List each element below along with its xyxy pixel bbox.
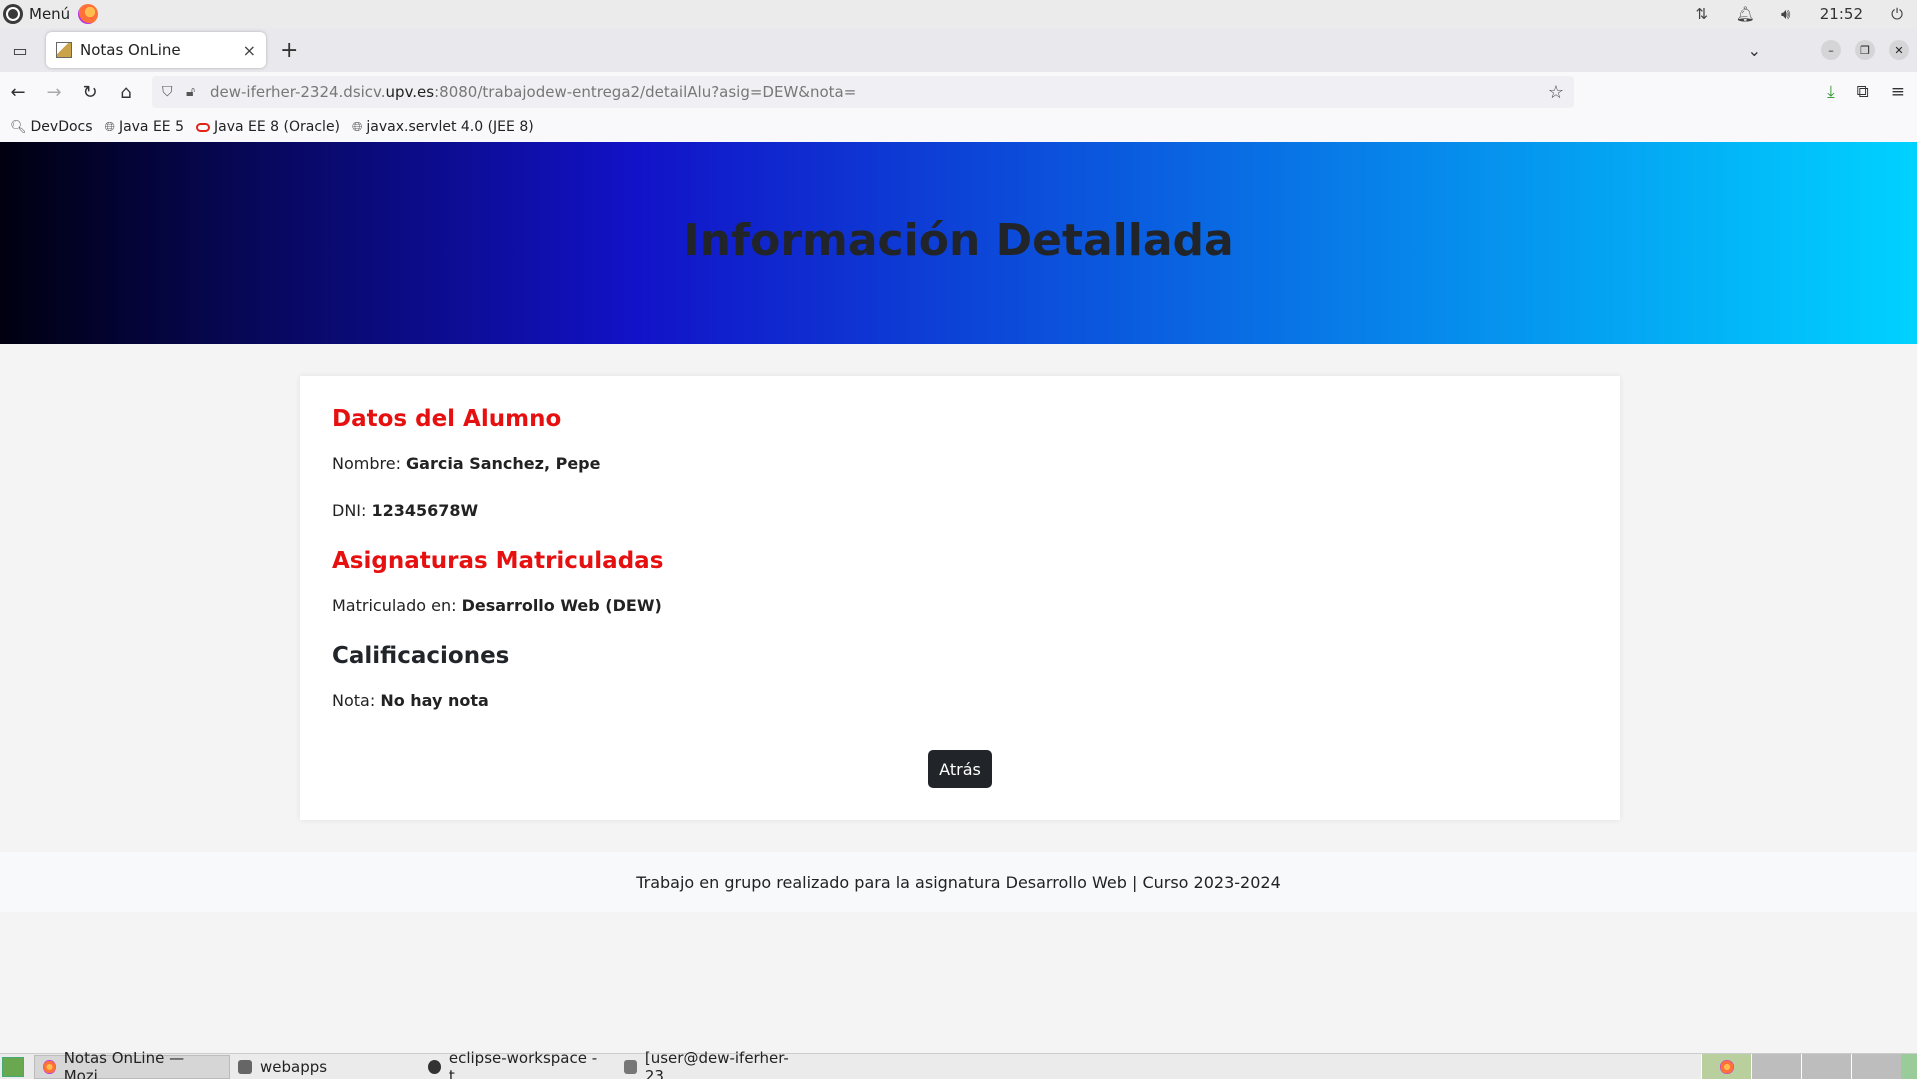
network-icon[interactable]: ⇅: [1694, 5, 1710, 23]
search-icon: 🔍︎: [10, 119, 27, 135]
firefox-icon: [1719, 1059, 1734, 1074]
bookmark-devdocs[interactable]: 🔍︎ DevDocs: [10, 119, 93, 135]
bookmark-label: javax.servlet 4.0 (JEE 8): [366, 119, 534, 135]
os-taskbar: Notas OnLine — Mozi... webapps eclipse-w…: [0, 1049, 1917, 1079]
bookmark-label: Java EE 8 (Oracle): [214, 119, 341, 135]
student-data-heading: Datos del Alumno: [332, 406, 562, 432]
footer-text: Trabajo en grupo realizado para la asign…: [636, 872, 1281, 892]
tab-notas-online[interactable]: Notas OnLine ×: [46, 32, 266, 68]
close-window-icon[interactable]: ✕: [1889, 40, 1909, 60]
taskbar-item-eclipse[interactable]: eclipse-workspace - t...: [420, 1049, 616, 1079]
extensions-icon[interactable]: ⧉: [1857, 82, 1869, 102]
hamburger-menu-icon[interactable]: ≡: [1891, 82, 1905, 102]
grades-heading: Calificaciones: [332, 643, 510, 669]
name-value: Garcia Sanchez, Pepe: [406, 454, 601, 473]
system-top-bar: Menú ⇅ 🔔︎ 🔊︎ 21:52 ⏻: [0, 0, 1917, 28]
terminal-icon: [624, 1059, 637, 1074]
student-name-row: Nombre: Garcia Sanchez, Pepe: [332, 454, 1588, 473]
grade-row: Nota: No hay nota: [332, 691, 1588, 710]
student-dni-row: DNI: 12345678W: [332, 501, 1588, 520]
page-footer: Trabajo en grupo realizado para la asign…: [0, 852, 1917, 912]
url-host: upv.es: [385, 83, 435, 101]
back-button[interactable]: Atrás: [928, 750, 992, 788]
show-desktop-icon[interactable]: [2, 1056, 24, 1077]
menu-button-label[interactable]: Menú: [29, 5, 70, 23]
taskbar-item-firefox[interactable]: Notas OnLine — Mozi...: [34, 1049, 230, 1079]
grade-label: Nota:: [332, 691, 381, 710]
downloads-icon[interactable]: ⤓: [1827, 82, 1835, 102]
name-label: Nombre:: [332, 454, 407, 473]
bookmarks-toolbar: 🔍︎ DevDocs 🌐︎ Java EE 5 Java EE 8 (Oracl…: [0, 112, 1917, 142]
trash-icon[interactable]: [1901, 1053, 1917, 1079]
bookmark-label: DevDocs: [30, 119, 93, 135]
dni-label: DNI:: [332, 501, 372, 520]
folder-icon: [238, 1059, 252, 1074]
enrolled-label: Matriculado en:: [332, 596, 462, 615]
bookmark-label: Java EE 5: [118, 119, 185, 135]
minimize-window-icon[interactable]: –: [1821, 40, 1841, 60]
tab-overview-icon[interactable]: ▭: [0, 41, 40, 60]
tab-title: Notas OnLine: [80, 41, 181, 59]
url-prefix: dew-iferher-2324.dsicv.: [210, 83, 386, 101]
enrolled-row: Matriculado en: Desarrollo Web (DEW): [332, 596, 1588, 615]
bookmark-java-ee-8-oracle[interactable]: Java EE 8 (Oracle): [196, 119, 340, 135]
tab-favicon-icon: [56, 42, 72, 58]
page-header-banner: Información Detallada: [0, 142, 1917, 344]
workspace-1[interactable]: [1701, 1053, 1751, 1079]
taskbar-item-label: eclipse-workspace - t...: [448, 1048, 598, 1079]
forward-arrow-icon[interactable]: →: [36, 82, 72, 103]
bookmark-star-icon[interactable]: ☆: [1548, 82, 1564, 103]
taskbar-item-label: [user@dew-iferher-23...: [644, 1048, 789, 1079]
back-arrow-icon[interactable]: ←: [0, 82, 36, 103]
bookmark-javax-servlet[interactable]: 🌐︎ javax.servlet 4.0 (JEE 8): [352, 119, 534, 135]
volume-icon[interactable]: 🔊︎: [1778, 5, 1794, 23]
globe-icon: 🌐︎: [104, 119, 115, 135]
system-clock[interactable]: 21:52: [1820, 5, 1863, 23]
home-icon[interactable]: ⌂: [108, 82, 144, 103]
taskbar-item-terminal[interactable]: [user@dew-iferher-23...: [616, 1049, 816, 1079]
insecure-lock-icon[interactable]: 🔓︎: [186, 84, 204, 100]
notifications-bell-icon[interactable]: 🔔︎: [1736, 5, 1755, 23]
browser-tab-bar: ▭ Notas OnLine × + ⌄ – ❐ ✕: [0, 28, 1917, 72]
workspace-4[interactable]: [1851, 1053, 1901, 1079]
oracle-icon: [196, 122, 211, 132]
enrolled-value: Desarrollo Web (DEW): [461, 596, 662, 615]
taskbar-item-webapps[interactable]: webapps: [230, 1055, 420, 1079]
globe-icon: 🌐︎: [352, 119, 363, 135]
student-detail-card: Datos del Alumno Nombre: Garcia Sanchez,…: [300, 376, 1620, 820]
firefox-launcher-icon[interactable]: [78, 4, 99, 24]
bookmark-java-ee-5[interactable]: 🌐︎ Java EE 5: [105, 119, 184, 135]
taskbar-item-label: webapps: [260, 1057, 328, 1076]
tab-close-icon[interactable]: ×: [243, 41, 256, 60]
url-path: :8080/trabajodew-entrega2/detailAlu?asig…: [434, 83, 857, 101]
eclipse-icon: [428, 1059, 441, 1074]
page-title: Información Detallada: [683, 214, 1234, 266]
new-tab-button[interactable]: +: [280, 38, 298, 63]
browser-nav-bar: ← → ↻ ⌂ ⛉ 🔓︎ dew-iferher-2324.dsicv. upv.…: [0, 72, 1917, 112]
address-bar[interactable]: ⛉ 🔓︎ dew-iferher-2324.dsicv. upv.es:8080/…: [152, 76, 1574, 108]
reload-icon[interactable]: ↻: [72, 82, 108, 103]
restore-window-icon[interactable]: ❐: [1855, 40, 1875, 60]
dni-value: 12345678W: [371, 501, 479, 520]
menu-logo-icon[interactable]: [3, 4, 23, 24]
taskbar-item-label: Notas OnLine — Mozi...: [63, 1048, 185, 1079]
grade-value: No hay nota: [380, 691, 489, 710]
firefox-icon: [43, 1059, 56, 1074]
power-icon[interactable]: ⏻: [1889, 5, 1905, 23]
tab-list-chevron-down-icon[interactable]: ⌄: [1748, 41, 1761, 60]
workspace-2[interactable]: [1751, 1053, 1801, 1079]
workspace-3[interactable]: [1801, 1053, 1851, 1079]
shield-icon[interactable]: ⛉: [162, 84, 180, 100]
enrolled-subjects-heading: Asignaturas Matriculadas: [332, 548, 664, 574]
